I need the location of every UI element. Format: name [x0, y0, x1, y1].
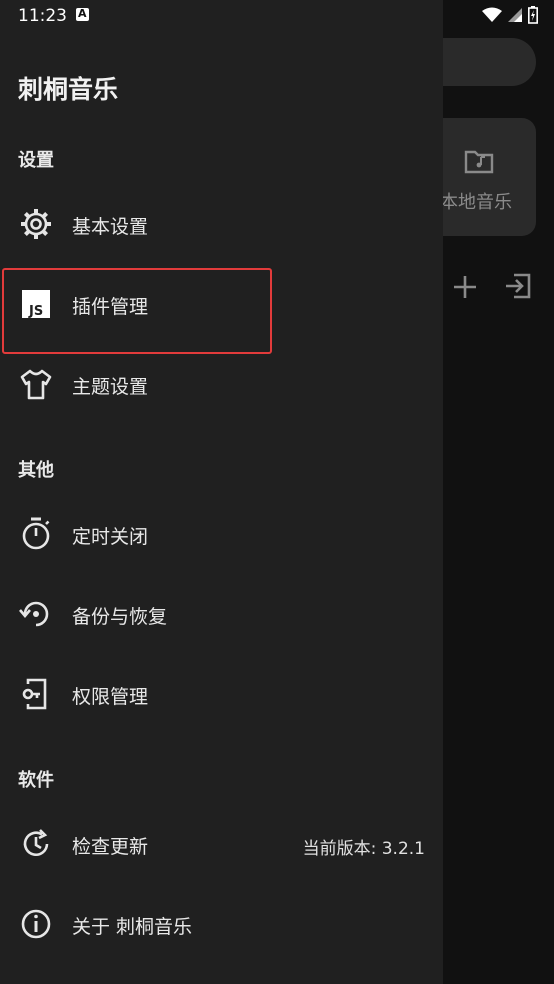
- local-music-label: 本地音乐: [440, 192, 512, 213]
- drawer-app-title: 刺桐音乐: [18, 75, 119, 104]
- menu-item-label: 检查更新: [72, 836, 149, 858]
- update-icon: [23, 829, 49, 857]
- highlight-box: [2, 268, 272, 354]
- music-folder-icon: [464, 150, 494, 174]
- current-version-text: 当前版本: 3.2.1: [302, 839, 425, 859]
- wifi-icon: [482, 7, 502, 22]
- menu-item-check-update[interactable]: 检查更新 当前版本: 3.2.1: [0, 804, 443, 884]
- info-icon: [21, 909, 51, 939]
- menu-item-label: 主题设置: [72, 376, 149, 398]
- status-time: 11:23: [18, 6, 67, 26]
- timer-icon: [22, 517, 50, 550]
- status-bar: 11:23 A: [0, 0, 554, 32]
- notification-a-icon: A: [76, 7, 89, 21]
- section-title-software: 软件: [18, 770, 54, 791]
- section-title-other: 其他: [18, 460, 54, 481]
- menu-item-label: 基本设置: [72, 216, 149, 238]
- menu-item-label: 备份与恢复: [72, 606, 168, 628]
- battery-icon: [528, 6, 538, 24]
- signal-icon: [508, 8, 522, 22]
- gear-icon: [21, 209, 51, 239]
- import-icon[interactable]: [504, 272, 532, 300]
- menu-item-theme-settings[interactable]: 主题设置: [0, 344, 443, 424]
- backup-restore-icon: [19, 601, 49, 627]
- section-title-settings: 设置: [18, 150, 54, 171]
- menu-item-basic-settings[interactable]: 基本设置: [0, 184, 443, 264]
- menu-item-label: 定时关闭: [72, 526, 149, 548]
- menu-item-about[interactable]: 关于 刺桐音乐: [0, 884, 443, 964]
- tshirt-icon: [20, 369, 52, 400]
- menu-item-permission-management[interactable]: 权限管理: [0, 654, 443, 734]
- permission-key-icon: [22, 678, 47, 710]
- add-icon[interactable]: [452, 274, 478, 300]
- menu-item-label: 权限管理: [72, 686, 149, 708]
- menu-item-backup-restore[interactable]: 备份与恢复: [0, 574, 443, 654]
- navigation-drawer: 刺桐音乐 设置 基本设置 JS 插件管理 主题设置 其他 定时关闭 备份与恢复 …: [0, 0, 443, 984]
- menu-item-label: 关于 刺桐音乐: [72, 916, 193, 938]
- menu-item-sleep-timer[interactable]: 定时关闭: [0, 494, 443, 574]
